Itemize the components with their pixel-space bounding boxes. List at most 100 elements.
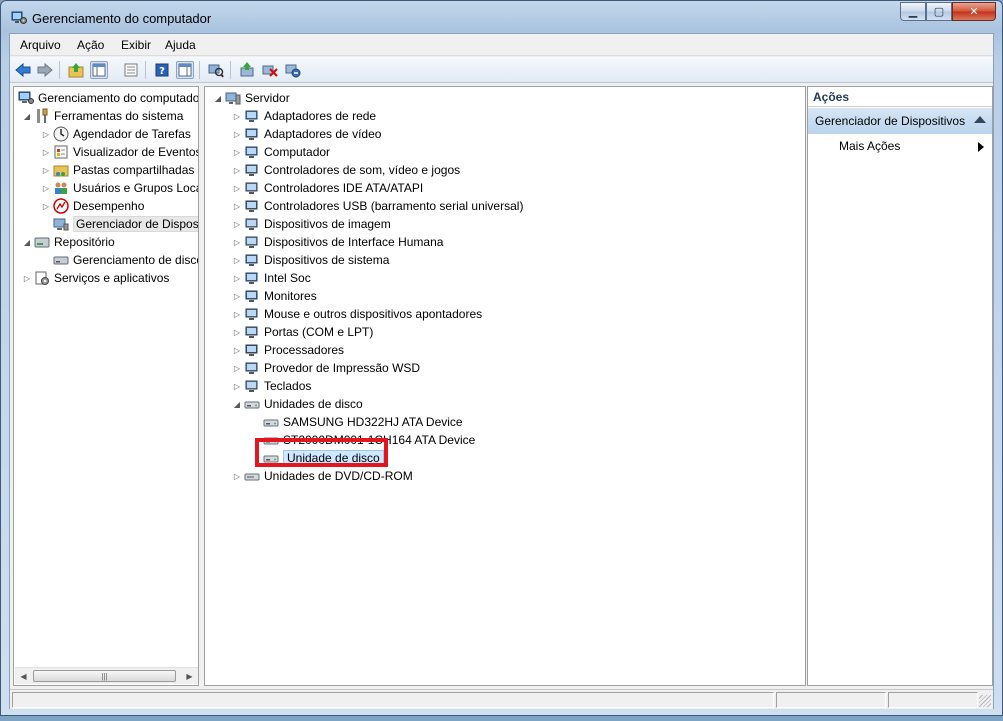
collapsed-arrow-icon[interactable]: ▷ <box>232 165 242 175</box>
device-category[interactable]: ▷ Intel Soc <box>232 269 311 287</box>
scroll-left-icon[interactable]: ◀ <box>15 668 32 684</box>
collapsed-arrow-icon[interactable]: ▷ <box>232 471 242 481</box>
scan-hardware-icon <box>208 64 224 78</box>
device-category[interactable]: ▷ Provedor de Impressão WSD <box>232 359 420 377</box>
menu-arquivo[interactable]: Arquivo <box>20 38 61 52</box>
collapsed-arrow-icon[interactable]: ▷ <box>232 219 242 229</box>
expanded-arrow-icon[interactable]: ◢ <box>232 399 242 409</box>
show-hide-action-pane-button[interactable] <box>176 61 194 79</box>
tree-root[interactable]: Gerenciamento do computador <box>18 89 198 107</box>
nav-tree-item[interactable]: ▷ Usuários e Grupos Loca <box>41 179 198 197</box>
nav-tree-item[interactable]: Gerenciador de Disposit <box>41 215 198 233</box>
expanded-arrow-icon[interactable]: ◢ <box>22 111 32 121</box>
device-category[interactable]: ▷ Adaptadores de rede <box>232 107 376 125</box>
device-category[interactable]: ▷ Mouse e outros dispositivos apontadores <box>232 305 482 323</box>
maximize-button[interactable]: ▢ <box>926 2 952 21</box>
device-category-disks[interactable]: ◢ Unidades de disco <box>232 395 363 413</box>
computer-management-icon <box>18 91 34 104</box>
minimize-button[interactable]: ▁ <box>900 2 926 21</box>
device-category[interactable]: ▷ Controladores USB (barramento serial un… <box>232 197 524 215</box>
collapsed-arrow-icon[interactable]: ▷ <box>232 183 242 193</box>
device-category-dvd-label: Unidades de DVD/CD-ROM <box>264 469 413 483</box>
device-category-label: Mouse e outros dispositivos apontadores <box>264 307 483 321</box>
disk-device[interactable]: SAMSUNG HD322HJ ATA Device <box>251 413 463 431</box>
collapse-arrow-icon[interactable] <box>974 116 986 123</box>
nav-tree-item[interactable]: Gerenciamento de disco <box>41 251 198 269</box>
collapsed-arrow-icon[interactable]: ▷ <box>41 183 51 193</box>
nav-tree-item[interactable]: ◢ Repositório <box>22 233 115 251</box>
collapsed-arrow-icon[interactable]: ▷ <box>232 201 242 211</box>
menu-acao[interactable]: Ação <box>77 38 104 52</box>
device-category[interactable]: ▷ Processadores <box>232 341 344 359</box>
device-category[interactable]: ▷ Dispositivos de Interface Humana <box>232 233 444 251</box>
device-category[interactable]: ▷ Adaptadores de vídeo <box>232 125 382 143</box>
device-category[interactable]: ▷ Dispositivos de imagem <box>232 215 391 233</box>
collapsed-arrow-icon[interactable]: ▷ <box>41 165 51 175</box>
collapsed-arrow-icon[interactable]: ▷ <box>232 345 242 355</box>
nav-tree-item[interactable]: ▷ Serviços e aplicativos <box>22 269 169 287</box>
device-category[interactable]: ▷ Teclados <box>232 377 311 395</box>
nav-tree-item[interactable]: ▷ Visualizador de Eventos <box>41 143 198 161</box>
collapsed-arrow-icon[interactable]: ▷ <box>22 273 32 283</box>
horizontal-scrollbar[interactable]: ◀ ||| ▶ <box>15 667 198 684</box>
collapsed-arrow-icon[interactable]: ▷ <box>232 237 242 247</box>
more-actions-item[interactable]: Mais Ações <box>839 139 900 153</box>
device-category[interactable]: ▷ Computador <box>232 143 330 161</box>
collapsed-arrow-icon[interactable]: ▷ <box>41 147 51 157</box>
nav-tree-item[interactable]: ▷ Desempenho <box>41 197 144 215</box>
scroll-thumb[interactable]: ||| <box>33 670 176 682</box>
properties-button[interactable] <box>122 61 140 79</box>
submenu-arrow-icon[interactable] <box>978 142 984 152</box>
forward-button[interactable] <box>36 61 54 79</box>
client-area: Arquivo Ação Exibir Ajuda ? Gerenciament… <box>9 33 994 709</box>
help-button[interactable]: ? <box>153 61 171 79</box>
device-category[interactable]: ▷ Monitores <box>232 287 317 305</box>
device-category-label: Monitores <box>264 289 317 303</box>
collapsed-arrow-icon[interactable]: ▷ <box>232 273 242 283</box>
shared-folder-icon <box>53 165 69 177</box>
collapsed-arrow-icon[interactable]: ▷ <box>232 255 242 265</box>
nav-tree-item[interactable]: ▷ Pastas compartilhadas <box>41 161 194 179</box>
expanded-arrow-icon[interactable]: ◢ <box>213 93 223 103</box>
close-button[interactable]: ✕ <box>952 2 996 21</box>
collapsed-arrow-icon[interactable]: ▷ <box>232 129 242 139</box>
device-tree-root[interactable]: ◢ Servidor <box>213 89 290 107</box>
title-bar[interactable]: Gerenciamento do computador ▁ ▢ ✕ <box>1 1 1002 33</box>
disable-device-button[interactable] <box>284 61 302 79</box>
device-category[interactable]: ▷ Controladores de som, vídeo e jogos <box>232 161 460 179</box>
expanded-arrow-icon[interactable]: ◢ <box>22 237 32 247</box>
device-category-label: Dispositivos de Interface Humana <box>264 235 444 249</box>
up-folder-button[interactable] <box>67 61 85 79</box>
show-hide-tree-icon <box>92 63 106 77</box>
resize-grip-icon[interactable] <box>979 695 991 707</box>
device-category[interactable]: ▷ Controladores IDE ATA/ATAPI <box>232 179 423 197</box>
collapsed-arrow-icon[interactable]: ▷ <box>232 147 242 157</box>
update-driver-button[interactable] <box>238 61 256 79</box>
device-category-dvd[interactable]: ▷ Unidades de DVD/CD-ROM <box>232 467 413 485</box>
menu-ajuda[interactable]: Ajuda <box>165 38 196 52</box>
collapsed-arrow-icon[interactable]: ▷ <box>232 291 242 301</box>
device-category[interactable]: ▷ Dispositivos de sistema <box>232 251 389 269</box>
collapsed-arrow-icon[interactable]: ▷ <box>232 363 242 373</box>
collapsed-arrow-icon[interactable]: ▷ <box>232 111 242 121</box>
collapsed-arrow-icon[interactable]: ▷ <box>41 129 51 139</box>
actions-pane: Ações Gerenciador de Dispositivos Mais A… <box>807 86 993 686</box>
collapsed-arrow-icon[interactable]: ▷ <box>41 201 51 211</box>
status-cell-main <box>12 692 774 708</box>
uninstall-device-button[interactable] <box>261 61 279 79</box>
device-category[interactable]: ▷ Portas (COM e LPT) <box>232 323 373 341</box>
actions-section-device-manager[interactable]: Gerenciador de Dispositivos <box>808 108 992 134</box>
device-category-icon <box>245 326 258 338</box>
collapsed-arrow-icon[interactable]: ▷ <box>232 309 242 319</box>
show-hide-action-pane-icon <box>178 63 192 77</box>
nav-tree-item[interactable]: ▷ Agendador de Tarefas <box>41 125 191 143</box>
collapsed-arrow-icon[interactable]: ▷ <box>232 381 242 391</box>
show-hide-tree-button[interactable] <box>90 61 108 79</box>
nav-tree-item[interactable]: ◢ Ferramentas do sistema <box>22 107 183 125</box>
menu-exibir[interactable]: Exibir <box>121 38 151 52</box>
minimize-icon: ▁ <box>908 6 918 18</box>
scroll-right-icon[interactable]: ▶ <box>181 668 198 684</box>
back-button[interactable] <box>14 61 32 79</box>
scan-hardware-button[interactable] <box>207 61 225 79</box>
collapsed-arrow-icon[interactable]: ▷ <box>232 327 242 337</box>
